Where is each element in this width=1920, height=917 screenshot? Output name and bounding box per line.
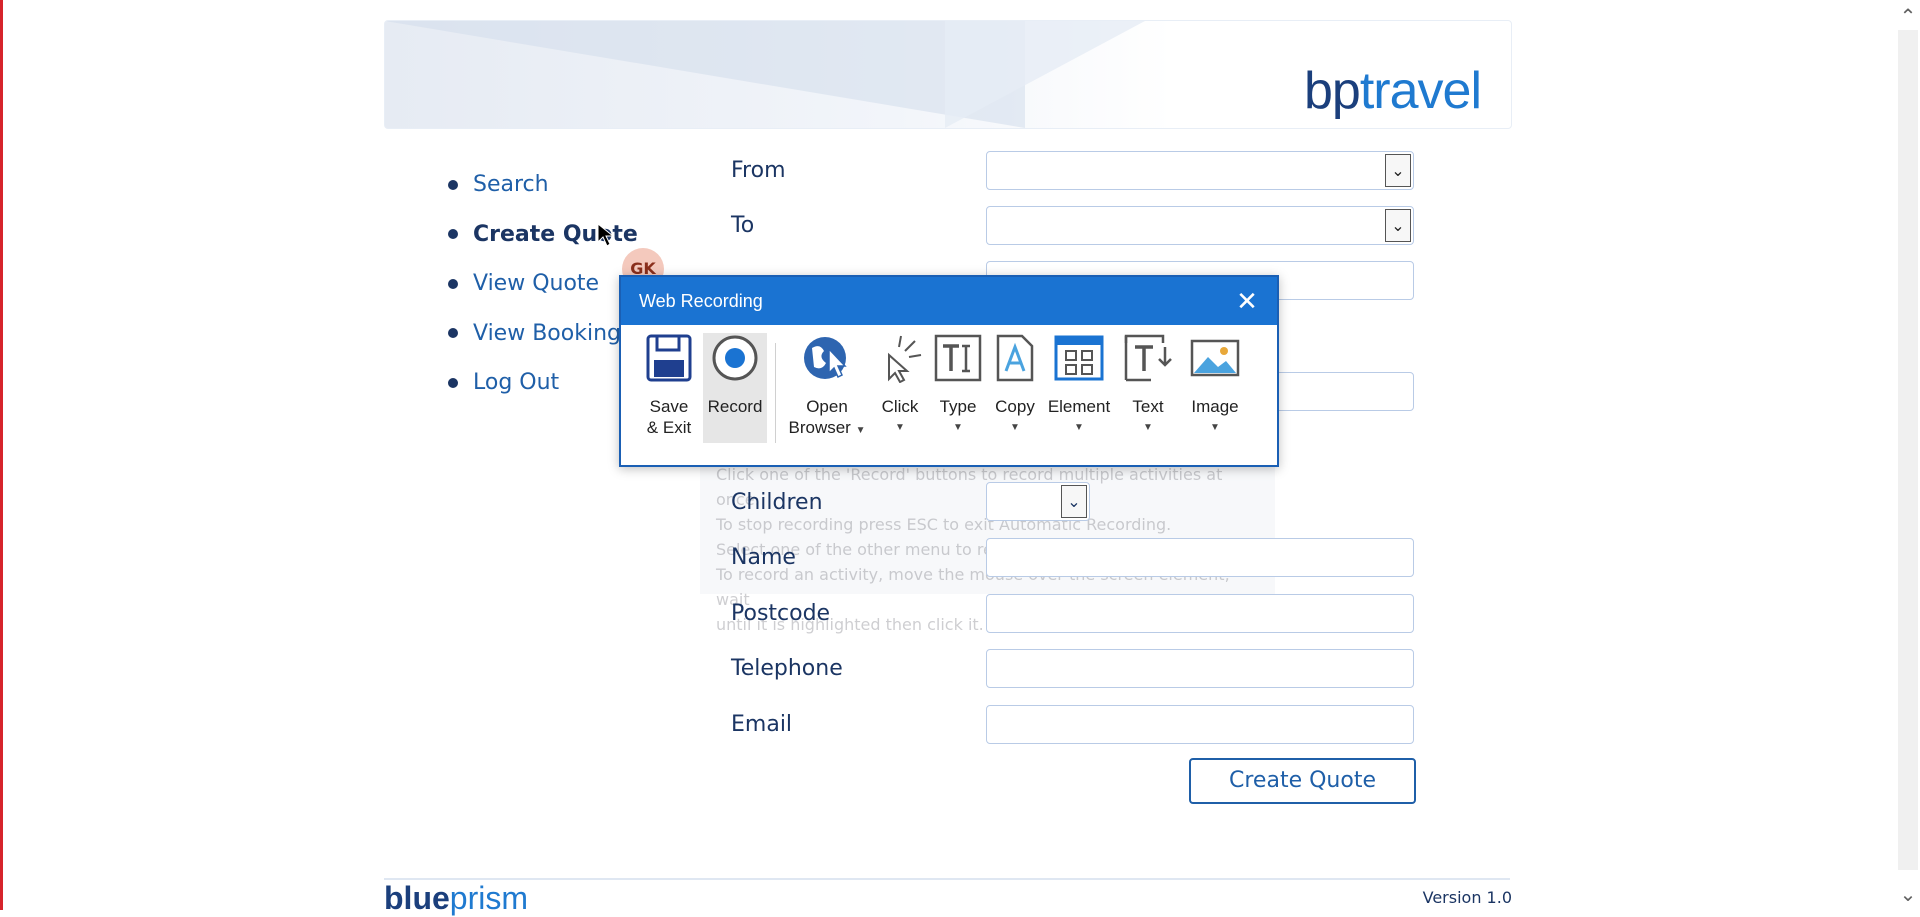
bullet: [448, 328, 458, 339]
record-icon: [712, 335, 758, 381]
click-cursor-icon: [888, 335, 922, 384]
tool-label: Image: [1191, 397, 1239, 416]
tool-label: Save: [649, 397, 689, 416]
footer-divider: [384, 878, 1510, 880]
chevron-down-icon[interactable]: ▼: [1121, 417, 1175, 438]
dialog-titlebar[interactable]: Web Recording ✕: [621, 277, 1277, 325]
nav-item-search[interactable]: Search: [448, 160, 638, 210]
bullet: [448, 229, 458, 240]
globe-cursor-icon: [804, 337, 847, 379]
name-label: Name: [731, 545, 796, 570]
email-input[interactable]: [986, 705, 1414, 744]
nav-link-view-booking[interactable]: View Booking: [473, 321, 621, 346]
tool-label: Browser: [788, 418, 851, 437]
close-icon[interactable]: ✕: [1233, 277, 1261, 325]
main-nav: Search Create Quote View Quote View Book…: [448, 160, 638, 408]
version-text: Version 1.0: [1422, 888, 1512, 907]
nav-link-view-quote[interactable]: View Quote: [473, 271, 599, 296]
postcode-input[interactable]: [986, 594, 1414, 633]
text-button[interactable]: Text ▼: [1121, 333, 1175, 438]
click-button[interactable]: Click ▼: [873, 333, 927, 438]
chevron-down-icon[interactable]: ▼: [989, 417, 1041, 438]
telephone-label: Telephone: [731, 656, 843, 681]
bullet: [448, 179, 458, 190]
email-label: Email: [731, 712, 793, 737]
bptravel-logo: bptravel: [1304, 62, 1482, 120]
tool-label: Record: [707, 397, 763, 416]
chevron-down-icon[interactable]: ▼: [873, 417, 927, 438]
type-button[interactable]: Type ▼: [931, 333, 985, 438]
text-icon: [1124, 334, 1172, 382]
tool-label: Click: [881, 397, 919, 416]
chevron-down-icon[interactable]: ▼: [931, 417, 985, 438]
image-button[interactable]: Image ▼: [1183, 333, 1247, 438]
nav-link-search[interactable]: Search: [473, 172, 549, 197]
children-label: Children: [731, 490, 823, 515]
copy-button[interactable]: Copy ▼: [989, 333, 1041, 438]
nav-item-view-quote[interactable]: View Quote: [448, 259, 638, 309]
tool-label: Element: [1047, 397, 1111, 416]
nav-link-log-out[interactable]: Log Out: [473, 370, 559, 395]
to-label: To: [731, 213, 755, 238]
postcode-label: Postcode: [731, 601, 831, 626]
image-icon: [1190, 339, 1240, 377]
nav-item-view-booking[interactable]: View Booking: [448, 309, 638, 359]
tool-label: Text: [1132, 397, 1164, 416]
toolbar-separator: [775, 343, 776, 443]
chevron-down-icon[interactable]: ⌄: [1385, 154, 1411, 187]
open-browser-button[interactable]: Open Browser ▼: [785, 333, 869, 441]
element-button[interactable]: Element ▼: [1045, 333, 1113, 438]
scrollbar-track[interactable]: [1898, 30, 1918, 870]
tool-label: Type: [939, 397, 977, 416]
children-select[interactable]: ⌄: [986, 482, 1090, 521]
window-left-border: [0, 0, 3, 910]
record-button[interactable]: Record: [703, 333, 767, 443]
scroll-up-icon[interactable]: ⌃: [1896, 4, 1920, 28]
save-exit-button[interactable]: Save & Exit: [639, 333, 699, 438]
chevron-down-icon[interactable]: ▼: [1045, 417, 1113, 438]
banner-decoration: [385, 21, 1025, 128]
type-icon: [934, 334, 982, 382]
name-input[interactable]: [986, 538, 1414, 577]
web-recording-dialog: Web Recording ✕ Save & Exit Record Open …: [619, 275, 1279, 467]
tool-label: Open: [806, 397, 848, 416]
blueprism-logo: blueprism: [384, 880, 528, 916]
chevron-down-icon[interactable]: ▼: [856, 425, 866, 436]
to-select[interactable]: ⌄: [986, 206, 1414, 245]
dialog-title: Web Recording: [639, 291, 763, 311]
tool-label: & Exit: [646, 418, 692, 437]
nav-item-log-out[interactable]: Log Out: [448, 358, 638, 408]
floppy-disk-icon: [646, 334, 692, 382]
telephone-input[interactable]: [986, 649, 1414, 688]
bullet: [448, 278, 458, 289]
tool-label: Copy: [995, 397, 1035, 416]
from-select[interactable]: ⌄: [986, 151, 1414, 190]
scroll-down-icon[interactable]: ⌄: [1896, 882, 1920, 906]
page-scrollbar[interactable]: ⌃ ⌄: [1896, 0, 1920, 910]
create-quote-button[interactable]: Create Quote: [1189, 758, 1416, 804]
mouse-cursor-icon: [597, 222, 615, 247]
banner-decoration: [945, 21, 1145, 128]
chevron-down-icon[interactable]: ⌄: [1385, 209, 1411, 242]
header-banner: bptravel: [384, 20, 1512, 129]
from-label: From: [731, 158, 786, 183]
bullet: [448, 377, 458, 388]
chevron-down-icon[interactable]: ⌄: [1061, 485, 1087, 518]
copy-icon: [996, 334, 1034, 382]
element-icon: [1054, 335, 1104, 381]
chevron-down-icon[interactable]: ▼: [1183, 417, 1247, 438]
recording-toolbar: Save & Exit Record Open Browser ▼ Click …: [621, 333, 1277, 453]
